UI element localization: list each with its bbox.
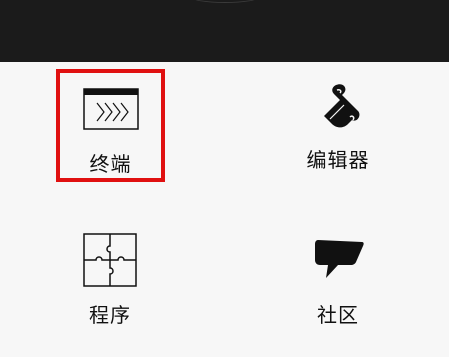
- top-bar: [0, 0, 449, 62]
- tile-editor[interactable]: 编辑器: [258, 69, 418, 182]
- tile-programs[interactable]: 程序: [30, 224, 190, 344]
- terminal-icon: [82, 83, 139, 139]
- tile-community[interactable]: 社区: [258, 224, 418, 344]
- puzzle-icon: [82, 232, 138, 288]
- tile-editor-label: 编辑器: [306, 148, 370, 172]
- tile-terminal-label: 终端: [89, 152, 132, 176]
- tile-community-label: 社区: [317, 303, 359, 327]
- camera-notch: [190, 0, 260, 3]
- app-grid: 终端 编辑器 程序 社区: [0, 62, 449, 357]
- scroll-icon: [310, 79, 366, 135]
- tile-terminal[interactable]: 终端: [56, 69, 165, 182]
- speech-bubble-icon: [310, 232, 366, 288]
- tile-programs-label: 程序: [89, 303, 131, 327]
